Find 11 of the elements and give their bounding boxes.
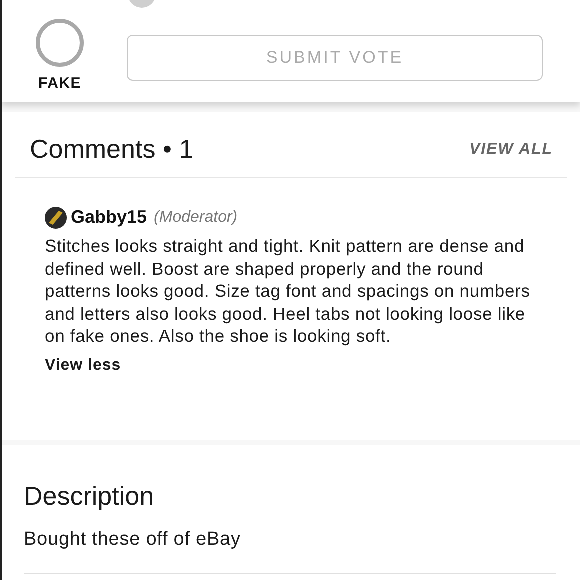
comment-text: Stitches looks straight and tight. Knit pattern are dense and defined well. Boost are shaped properly and the round patterns looks good. Size tag font and spacings on numbers and letters also looks good. Heel tabs not looking loose like on fake ones. Also the shoe is looking soft. — [45, 235, 532, 348]
comments-title: Comments • 1 — [30, 133, 194, 166]
author-name[interactable]: Gabby15 — [71, 204, 148, 231]
view-less-link[interactable]: View less — [45, 354, 547, 378]
radio-label: FAKE — [38, 74, 82, 94]
author-role: (Moderator) — [154, 208, 238, 228]
avatar-icon — [45, 206, 67, 228]
description-text: Bought these off of eBay — [24, 528, 242, 552]
view-all-link[interactable]: VIEW ALL — [469, 138, 553, 162]
radio-button[interactable] — [36, 19, 84, 67]
description-title: Description — [24, 480, 156, 513]
